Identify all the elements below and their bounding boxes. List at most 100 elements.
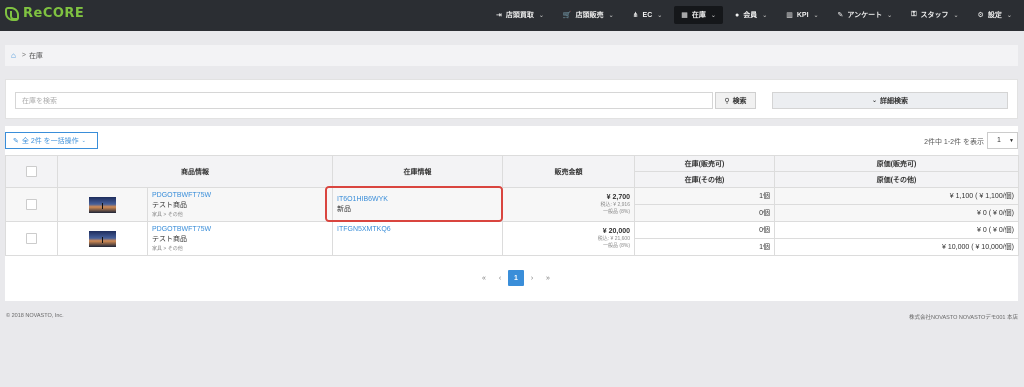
footer-store: 株式会社NOVASTO NOVASTOデモ001 本店 [908,315,1018,321]
price-cell: ¥ 2,700 税込: ¥ 2,916 一般品 (8%) [502,187,635,222]
recore-logo[interactable]: ReCORE [5,6,84,21]
price-value: ¥ 2,700 [606,194,630,201]
chevron-down-icon: ⌄ [953,12,959,19]
header-product: 商品情報 [57,155,333,188]
paging-info: 2件中 1-2件 を表示 [924,139,984,146]
breadcrumb-current: 在庫 [28,52,43,60]
stock-other-cell: 0個 [634,204,775,222]
nav-label: スタッフ [920,12,949,19]
nav-item-kpi[interactable]: ▥ KPI ⌄ [779,6,825,24]
thumbnail-cell [57,187,148,222]
pagination: « ‹ 1 › » [476,270,556,286]
advanced-search-label: 詳細検索 [880,97,909,105]
per-page-value: 1 [997,137,1001,144]
nav-label: 設定 [987,12,1002,19]
per-page-select[interactable]: 1 ▼ [987,132,1018,149]
price-tax-incl: 税込: ¥ 21,600 [597,236,630,242]
search-icon: ⚲ [724,97,730,105]
nav-label: 会員 [743,12,758,19]
page-prev[interactable]: ‹ [492,270,508,286]
nav-item-ec[interactable]: ⋔ EC ⌄ [626,6,670,24]
table-row: PDGOTBWFT75W テスト商品 家具 > その他 IT6O1HIB6WYK… [5,187,1019,222]
price-cell: ¥ 20,000 税込: ¥ 21,600 一般品 (8%) [502,221,635,256]
chevron-down-icon: ⌄ [887,12,893,19]
home-icon[interactable]: ⌂ [11,51,16,60]
chevron-down-icon: ⌄ [762,12,768,19]
chart-icon: ▥ [786,12,793,19]
main-nav: ⇥ 店頭買取 ⌄ 🛒 店頭販売 ⌄ ⋔ EC ⌄ ▦ 在庫 ⌄ ● 会員 ⌄ ▥… [489,6,1024,24]
edit-icon: ✎ [837,12,844,19]
row-select-cell [5,221,58,256]
stock-sale-cell: 1個 [634,187,775,205]
price-tax-type: 一般品 (8%) [603,243,630,249]
advanced-search-button[interactable]: ⌄ 詳細検索 [772,92,1008,109]
sitemap-icon: ⋔ [632,12,639,19]
product-category: 家具 > その他 [152,245,183,252]
edit-icon: ✎ [13,137,19,145]
price-value: ¥ 20,000 [602,228,630,235]
highlight-annotation [325,186,503,222]
footer-copyright: © 2018 NOVASTO, Inc. [6,313,64,319]
chevron-down-icon: ⌄ [538,12,544,19]
header-price: 販売金額 [502,155,635,188]
nav-item-sales[interactable]: 🛒 店頭販売 ⌄ [556,6,621,24]
cost-other-cell: ¥ 10,000 ( ¥ 10,000/個) [774,238,1019,256]
chevron-down-icon: ⌄ [813,12,819,19]
header-cost-other: 原価(その他) [774,171,1019,188]
page-last[interactable]: » [540,270,556,286]
product-category: 家具 > その他 [152,211,183,218]
product-thumbnail[interactable] [89,196,116,213]
page-current[interactable]: 1 [508,270,524,286]
chevron-down-icon: ⌄ [657,12,663,19]
nav-item-staff[interactable]: ⚿ スタッフ ⌄ [904,6,965,24]
gear-icon: ⚙ [977,12,984,19]
product-info-cell: PDGOTBWFT75W テスト商品 家具 > その他 [147,187,333,222]
nav-label: 在庫 [691,12,706,19]
row-checkbox[interactable] [26,233,37,244]
select-all-header [5,155,58,188]
nav-item-survey[interactable]: ✎ アンケート ⌄ [831,6,900,24]
chevron-down-icon: ⌄ [608,12,614,19]
nav-item-buyback[interactable]: ⇥ 店頭買取 ⌄ [489,6,551,24]
cubes-icon: ▦ [681,12,688,19]
nav-label: アンケート [847,12,883,19]
nav-item-members[interactable]: ● 会員 ⌄ [728,6,774,24]
top-navbar: ReCORE ⇥ 店頭買取 ⌄ 🛒 店頭販売 ⌄ ⋔ EC ⌄ ▦ 在庫 ⌄ ●… [0,0,1024,31]
product-thumbnail[interactable] [89,230,116,247]
product-info-cell: PDGOTBWFT75W テスト商品 家具 > その他 [147,221,333,256]
leaf-logo-icon [5,6,19,21]
price-tax-type: 一般品 (8%) [603,209,630,215]
chevron-down-icon: ⌄ [81,137,86,144]
stock-info-cell: ITFGN5XMTKQ6 [332,221,503,256]
caret-down-icon: ▼ [1009,137,1014,144]
cost-sale-cell: ¥ 0 ( ¥ 0/個) [774,221,1019,239]
bulk-action-button[interactable]: ✎ 全 2件 を一括操作 ⌄ [5,132,98,149]
nav-label: 店頭販売 [575,12,604,19]
breadcrumb-separator: > [21,52,26,59]
price-tax-incl: 税込: ¥ 2,916 [600,202,630,208]
select-all-checkbox[interactable] [26,166,37,177]
search-input[interactable]: 在庫を検索 [15,92,713,109]
row-select-cell [5,187,58,222]
search-button-label: 検索 [732,97,747,105]
search-button[interactable]: ⚲ 検索 [715,92,756,109]
sign-in-icon: ⇥ [496,12,502,19]
chevron-down-icon: ⌄ [871,98,878,104]
search-panel: 在庫を検索 ⚲ 検索 ⌄ 詳細検索 [5,79,1018,119]
stock-code-link[interactable]: ITFGN5XMTKQ6 [337,226,498,233]
stock-sale-cell: 0個 [634,221,775,239]
nav-label: EC [642,11,653,19]
cart-icon: 🛒 [562,12,572,19]
logo-text: ReCORE [23,6,85,21]
nav-item-inventory[interactable]: ▦ 在庫 ⌄ [674,6,723,24]
product-code-link[interactable]: PDGOTBWFT75W [152,192,328,199]
table-row: PDGOTBWFT75W テスト商品 家具 > その他 ITFGN5XMTKQ6… [5,221,1019,256]
row-checkbox[interactable] [26,199,37,210]
cost-sale-cell: ¥ 1,100 ( ¥ 1,100/個) [774,187,1019,205]
page-first[interactable]: « [476,270,492,286]
header-stock-sale: 在庫(販売可) [634,155,775,172]
product-code-link[interactable]: PDGOTBWFT75W [152,226,328,233]
nav-item-settings[interactable]: ⚙ 設定 ⌄ [971,6,1019,24]
page-next[interactable]: › [524,270,540,286]
nav-label: KPI [796,11,809,19]
